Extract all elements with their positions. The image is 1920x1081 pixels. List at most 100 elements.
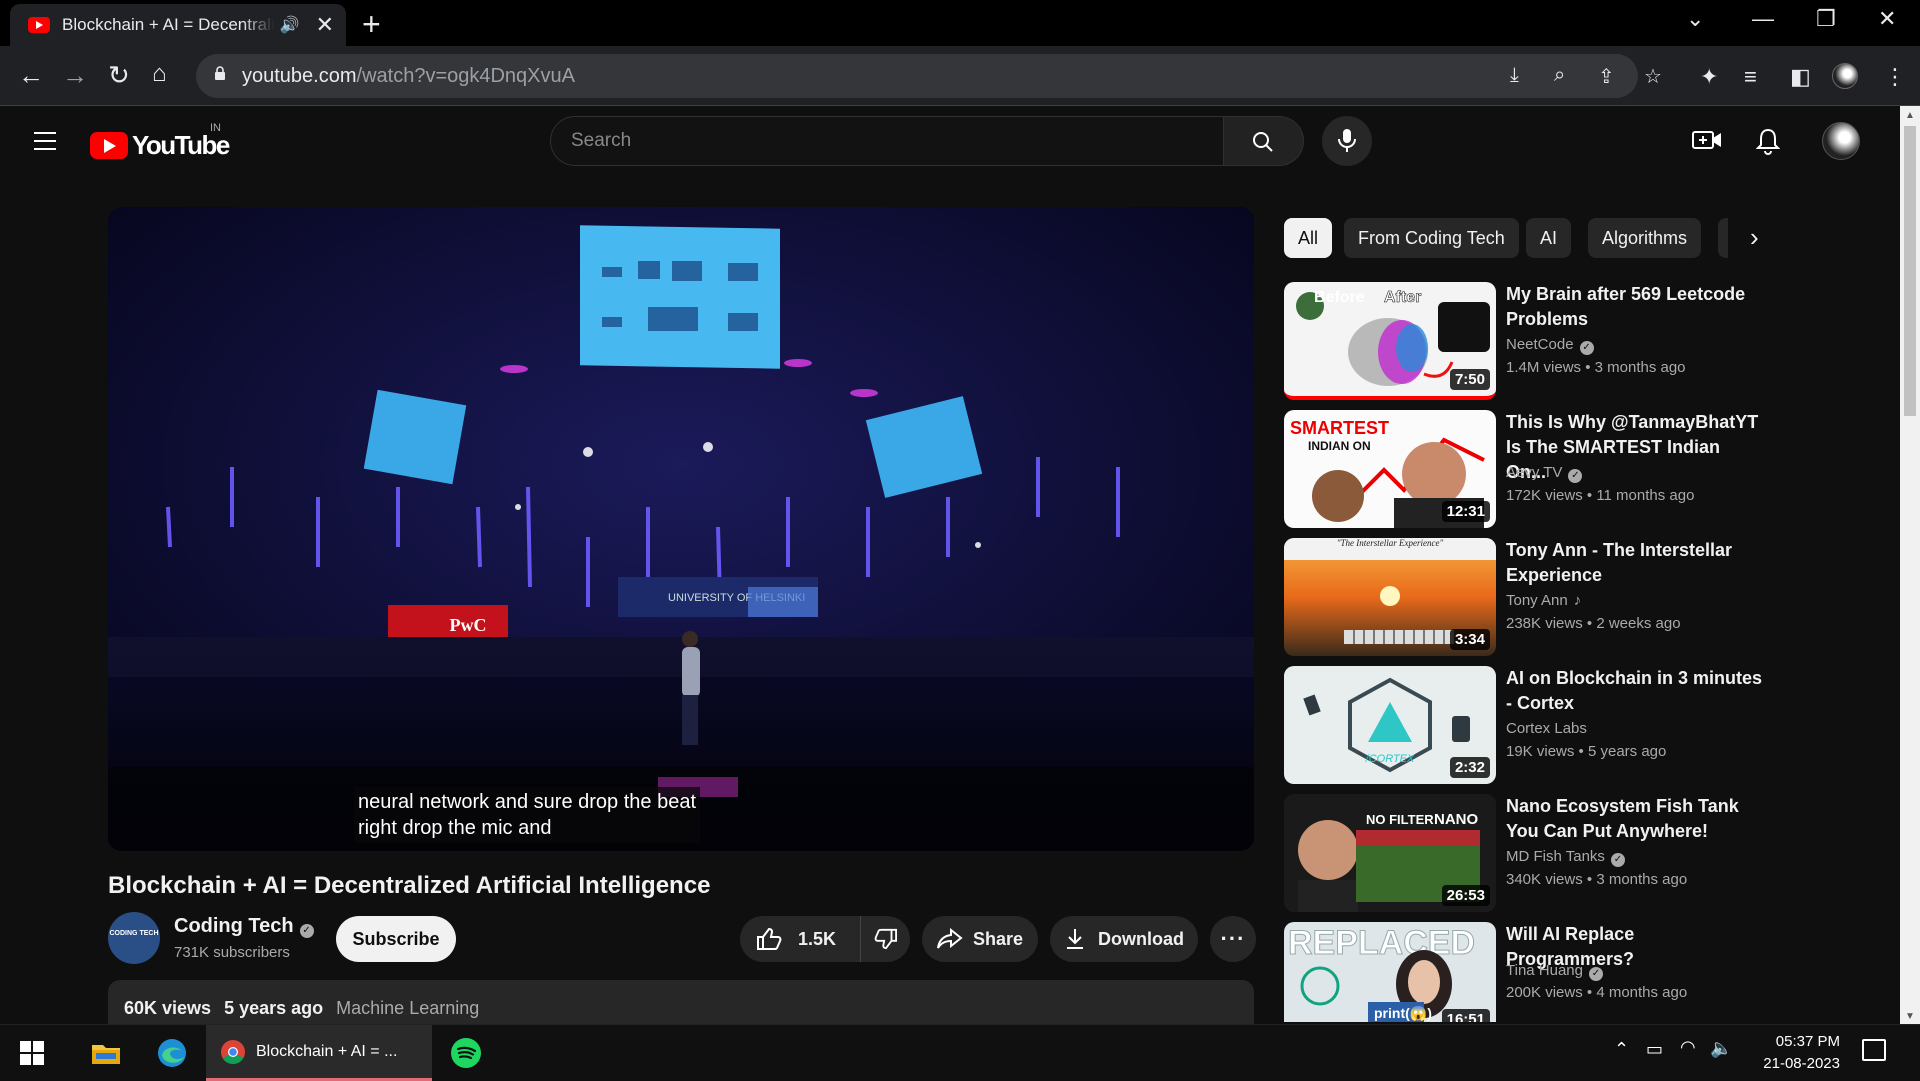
like-button[interactable]: 1.5K <box>740 916 860 962</box>
thumb-text: "The Interstellar Experience" <box>1337 538 1444 548</box>
chip-ai[interactable]: AI <box>1526 218 1572 258</box>
video-duration: 3:34 <box>1449 629 1490 650</box>
create-video-icon[interactable] <box>1692 128 1722 159</box>
page-scrollbar[interactable]: ▲ ▼ <box>1900 106 1920 1024</box>
chip-partial[interactable] <box>1718 218 1728 258</box>
related-channel-name[interactable]: Cortex Labs <box>1506 720 1587 737</box>
related-channel[interactable]: Aevy TV ✓ <box>1506 464 1583 483</box>
related-video[interactable]: Before After 7:50 My Brain after 569 Lee… <box>1284 282 1764 400</box>
windows-start-icon[interactable] <box>20 1041 44 1065</box>
scroll-up-icon[interactable]: ▲ <box>1905 110 1915 121</box>
chip-algorithms[interactable]: Algorithms <box>1588 218 1702 258</box>
related-channel-name[interactable]: NeetCode <box>1506 336 1574 353</box>
extensions-icon[interactable]: ✦ <box>1700 64 1718 90</box>
related-title[interactable]: AI on Blockchain in 3 minutes - Cortex <box>1506 666 1764 716</box>
video-thumbnail[interactable]: Before After 7:50 <box>1284 282 1496 400</box>
youtube-logo[interactable]: YouTube IN <box>90 122 230 161</box>
share-page-icon[interactable]: ⇪ <box>1598 64 1615 89</box>
related-age: 2 weeks ago <box>1596 615 1681 632</box>
dislike-button[interactable] <box>860 916 910 962</box>
forward-icon[interactable]: → <box>62 60 88 91</box>
reload-icon[interactable]: ↻ <box>108 60 130 91</box>
youtube-header: YouTube IN <box>0 106 1900 178</box>
related-channel-name[interactable]: MD Fish Tanks <box>1506 848 1605 865</box>
video-thumbnail[interactable]: "The Interstellar Experience" 3:34 <box>1284 538 1496 656</box>
related-channel-name[interactable]: Tina Huang <box>1506 962 1583 979</box>
chevron-right-icon[interactable]: › <box>1750 222 1759 253</box>
related-channel-name[interactable]: Aevy TV <box>1506 464 1562 481</box>
subscribe-button[interactable]: Subscribe <box>336 916 456 962</box>
scroll-down-icon[interactable]: ▼ <box>1905 1011 1915 1022</box>
scrollbar-thumb[interactable] <box>1904 126 1916 416</box>
spotify-icon[interactable] <box>446 1033 486 1073</box>
video-thumbnail[interactable]: REPLACED print(😱) 16:51 <box>1284 922 1496 1022</box>
back-icon[interactable]: ← <box>18 60 44 91</box>
voice-search-button[interactable] <box>1322 116 1372 166</box>
chip-from-coding-tech[interactable]: From Coding Tech <box>1344 218 1519 258</box>
wifi-icon[interactable]: ◠ <box>1680 1037 1696 1058</box>
related-video[interactable]: SMARTEST INDIAN ON 12:31 This Is Why @Ta… <box>1284 410 1764 528</box>
taskbar-chrome-window[interactable]: Blockchain + AI = ... <box>206 1025 432 1081</box>
related-title[interactable]: My Brain after 569 Leetcode Problems <box>1506 282 1764 332</box>
battery-charging-icon[interactable]: ▭ <box>1646 1039 1663 1060</box>
volume-icon[interactable]: 🔈 <box>1710 1038 1732 1059</box>
side-panel-icon[interactable]: ◧ <box>1790 64 1811 90</box>
video-thumbnail[interactable]: NO FILTER NANO 26:53 <box>1284 794 1496 912</box>
video-player[interactable]: PwC UNIVERSITY OF HELSINKI neural networ… <box>108 207 1254 851</box>
related-channel[interactable]: Tony Ann ♪ <box>1506 592 1581 609</box>
bookmark-star-icon[interactable]: ☆ <box>1644 64 1662 89</box>
restore-icon[interactable]: ❐ <box>1816 6 1836 32</box>
download-button[interactable]: Download <box>1050 916 1198 962</box>
search-box[interactable] <box>550 116 1224 166</box>
file-explorer-icon[interactable] <box>86 1033 126 1073</box>
related-channel-name[interactable]: Tony Ann <box>1506 592 1568 609</box>
media-controls-icon[interactable]: ≡ <box>1744 64 1757 90</box>
related-video[interactable]: "The Interstellar Experience" 3:34 Tony … <box>1284 538 1764 656</box>
search-button[interactable] <box>1224 116 1304 166</box>
related-channel[interactable]: Tina Huang ✓ <box>1506 962 1603 981</box>
new-tab-button[interactable]: + <box>362 6 381 43</box>
chip-all[interactable]: All <box>1284 218 1333 258</box>
more-horizontal-icon: ··· <box>1220 926 1246 951</box>
related-video[interactable]: NO FILTER NANO 26:53 Nano Ecosystem Fish… <box>1284 794 1764 912</box>
install-app-icon[interactable]: ⤓ <box>1510 64 1519 87</box>
video-thumbnail[interactable]: SMARTEST INDIAN ON 12:31 <box>1284 410 1496 528</box>
browser-toolbar: ← → ↻ ⌂ youtube.com/watch?v=ogk4DnqXvuA … <box>0 46 1920 106</box>
more-actions-button[interactable]: ··· <box>1210 916 1256 962</box>
related-video[interactable]: REPLACED print(😱) 16:51 Will AI Replace … <box>1284 922 1764 1022</box>
browser-tab[interactable]: Blockchain + AI = Decentralized Artifici… <box>10 4 346 46</box>
related-channel[interactable]: MD Fish Tanks ✓ <box>1506 848 1625 867</box>
menu-icon[interactable] <box>34 132 56 150</box>
caption-line: neural network and sure drop the beat <box>358 791 696 813</box>
account-avatar[interactable] <box>1822 122 1860 160</box>
tray-chevron-up-icon[interactable]: ⌃ <box>1614 1039 1629 1060</box>
tab-search-icon[interactable]: ⌄ <box>1686 6 1704 32</box>
related-title[interactable]: Tony Ann - The Interstellar Experience <box>1506 538 1764 588</box>
related-channel[interactable]: Cortex Labs <box>1506 720 1587 737</box>
minimize-icon[interactable]: — <box>1752 6 1774 32</box>
related-title[interactable]: Nano Ecosystem Fish Tank You Can Put Any… <box>1506 794 1764 844</box>
speaker-icon[interactable]: 🔊 <box>280 15 300 35</box>
channel-name-text[interactable]: Coding Tech <box>174 915 294 937</box>
close-tab-icon[interactable]: ✕ <box>316 12 334 38</box>
address-bar[interactable]: youtube.com/watch?v=ogk4DnqXvuA ⤓ ⌕ ⇪ ☆ <box>196 54 1662 98</box>
home-icon[interactable]: ⌂ <box>152 60 167 88</box>
related-video[interactable]: /CORTEX 2:32 AI on Blockchain in 3 minut… <box>1284 666 1764 784</box>
video-thumbnail[interactable]: /CORTEX 2:32 <box>1284 666 1496 784</box>
search-input[interactable] <box>571 117 1191 165</box>
channel-name[interactable]: Coding Tech ✓ <box>174 915 314 938</box>
edge-browser-icon[interactable] <box>152 1033 192 1073</box>
zoom-icon[interactable]: ⌕ <box>1554 64 1565 87</box>
notifications-icon[interactable] <box>1862 1039 1886 1061</box>
taskbar-clock[interactable]: 05:37 PM 21-08-2023 <box>1744 1031 1840 1075</box>
share-button[interactable]: Share <box>922 916 1038 962</box>
description-tag[interactable]: Machine Learning <box>336 998 479 1018</box>
channel-avatar[interactable]: CODING TECH <box>108 912 160 964</box>
notifications-bell-icon[interactable] <box>1755 128 1781 163</box>
related-channel[interactable]: NeetCode ✓ <box>1506 336 1594 355</box>
profile-icon[interactable] <box>1832 63 1858 89</box>
chrome-icon <box>221 1039 245 1064</box>
video-captions: neural network and sure drop the beat ri… <box>354 787 700 843</box>
close-window-icon[interactable]: ✕ <box>1878 6 1896 32</box>
chrome-menu-icon[interactable]: ⋮ <box>1884 64 1906 90</box>
